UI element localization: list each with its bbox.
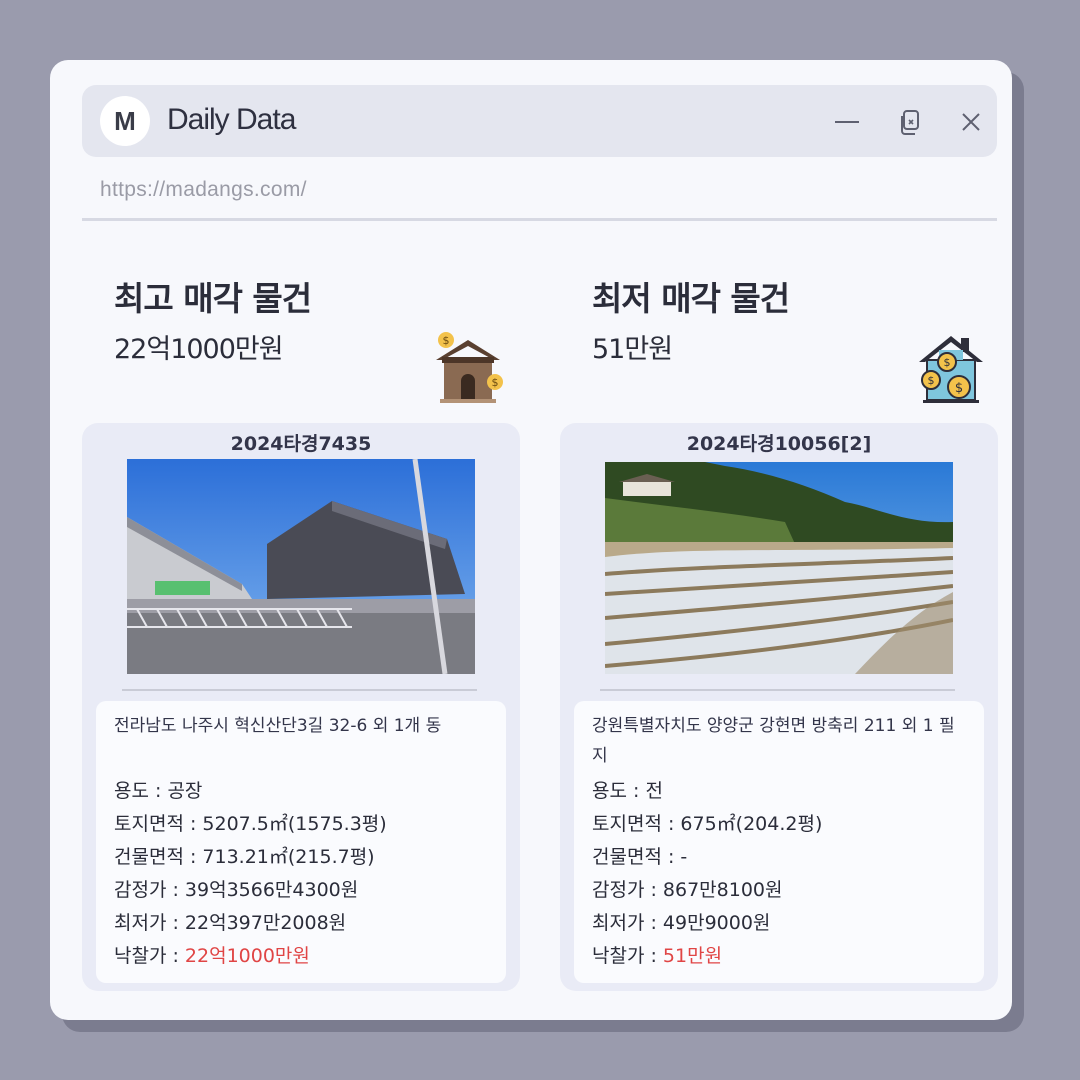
appraisal-value: 39억3566만4300원 [184, 879, 359, 901]
appraisal-row: 감정가 : 39억3566만4300원 [114, 879, 359, 901]
building-area-row: 건물면적 : 713.21㎡(215.7평) [114, 846, 375, 868]
minimum-price-value: 49만9000원 [662, 912, 771, 934]
property-info: 전라남도 나주시 혁신산단3길 32-6 외 1개 동 용도 : 공장 토지면적… [96, 701, 506, 983]
svg-text:$: $ [443, 334, 450, 347]
house-money-icon: $ $ [436, 332, 503, 403]
usage-row: 용도 : 공장 [114, 780, 203, 802]
lowest-sale-column: 최저 매각 물건 51만원 $ $ $ 2024타경10056[2] 강원특별자… [560, 60, 998, 1020]
appraisal-value: 867만8100원 [662, 879, 783, 901]
building-area-value: - [680, 846, 688, 868]
lowest-sale-card[interactable]: 2024타경10056[2] 강원특별자치도 양양군 강현면 방축리 211 외… [560, 423, 998, 991]
building-area-value: 713.21㎡(215.7평) [202, 846, 375, 868]
minimum-price-row: 최저가 : 49만9000원 [592, 912, 771, 934]
land-area-value: 5207.5㎡(1575.3평) [202, 813, 387, 835]
winning-bid-row: 낙찰가 : 22억1000만원 [114, 945, 310, 967]
svg-text:$: $ [928, 374, 935, 387]
winning-bid-row: 낙찰가 : 51만원 [592, 945, 723, 967]
land-area-row: 토지면적 : 5207.5㎡(1575.3평) [114, 813, 387, 835]
usage-value: 공장 [167, 780, 203, 802]
winning-bid-value: 22억1000만원 [184, 945, 310, 967]
property-address: 강원특별자치도 양양군 강현면 방축리 211 외 1 필지 [592, 716, 955, 766]
land-area-value: 675㎡(204.2평) [680, 813, 823, 835]
property-address: 전라남도 나주시 혁신산단3길 32-6 외 1개 동 [114, 716, 442, 736]
highest-sale-heading: 최고 매각 물건 [114, 279, 312, 318]
usage-value: 전 [645, 780, 663, 802]
house-coins-icon: $ $ $ [919, 336, 983, 403]
property-info: 강원특별자치도 양양군 강현면 방축리 211 외 1 필지 용도 : 전 토지… [574, 701, 984, 983]
highest-sale-column: 최고 매각 물건 22억1000만원 $ $ 2024타경7435 전라남도 나… [82, 60, 520, 1020]
minimum-price-value: 22억397만2008원 [184, 912, 347, 934]
card-divider [122, 689, 477, 691]
minimum-price-row: 최저가 : 22억397만2008원 [114, 912, 347, 934]
highest-sale-card[interactable]: 2024타경7435 전라남도 나주시 혁신산단3길 32-6 외 1개 동 용… [82, 423, 520, 991]
appraisal-row: 감정가 : 867만8100원 [592, 879, 783, 901]
card-divider [600, 689, 955, 691]
usage-row: 용도 : 전 [592, 780, 663, 802]
winning-bid-value: 51만원 [662, 945, 723, 967]
highest-sale-price: 22억1000만원 [114, 334, 284, 365]
app-window: M Daily Data https://madangs.com/ 최고 매각 … [50, 60, 1012, 1020]
svg-text:$: $ [944, 356, 951, 369]
lowest-sale-price: 51만원 [592, 334, 673, 365]
case-number: 2024타경7435 [230, 433, 372, 455]
lowest-sale-heading: 최저 매각 물건 [592, 279, 790, 318]
svg-text:$: $ [492, 376, 499, 389]
factory-photo [127, 459, 475, 674]
building-area-row: 건물면적 : - [592, 846, 688, 868]
field-photo [605, 462, 953, 674]
svg-text:$: $ [955, 381, 963, 396]
land-area-row: 토지면적 : 675㎡(204.2평) [592, 813, 823, 835]
case-number: 2024타경10056[2] [686, 433, 872, 455]
